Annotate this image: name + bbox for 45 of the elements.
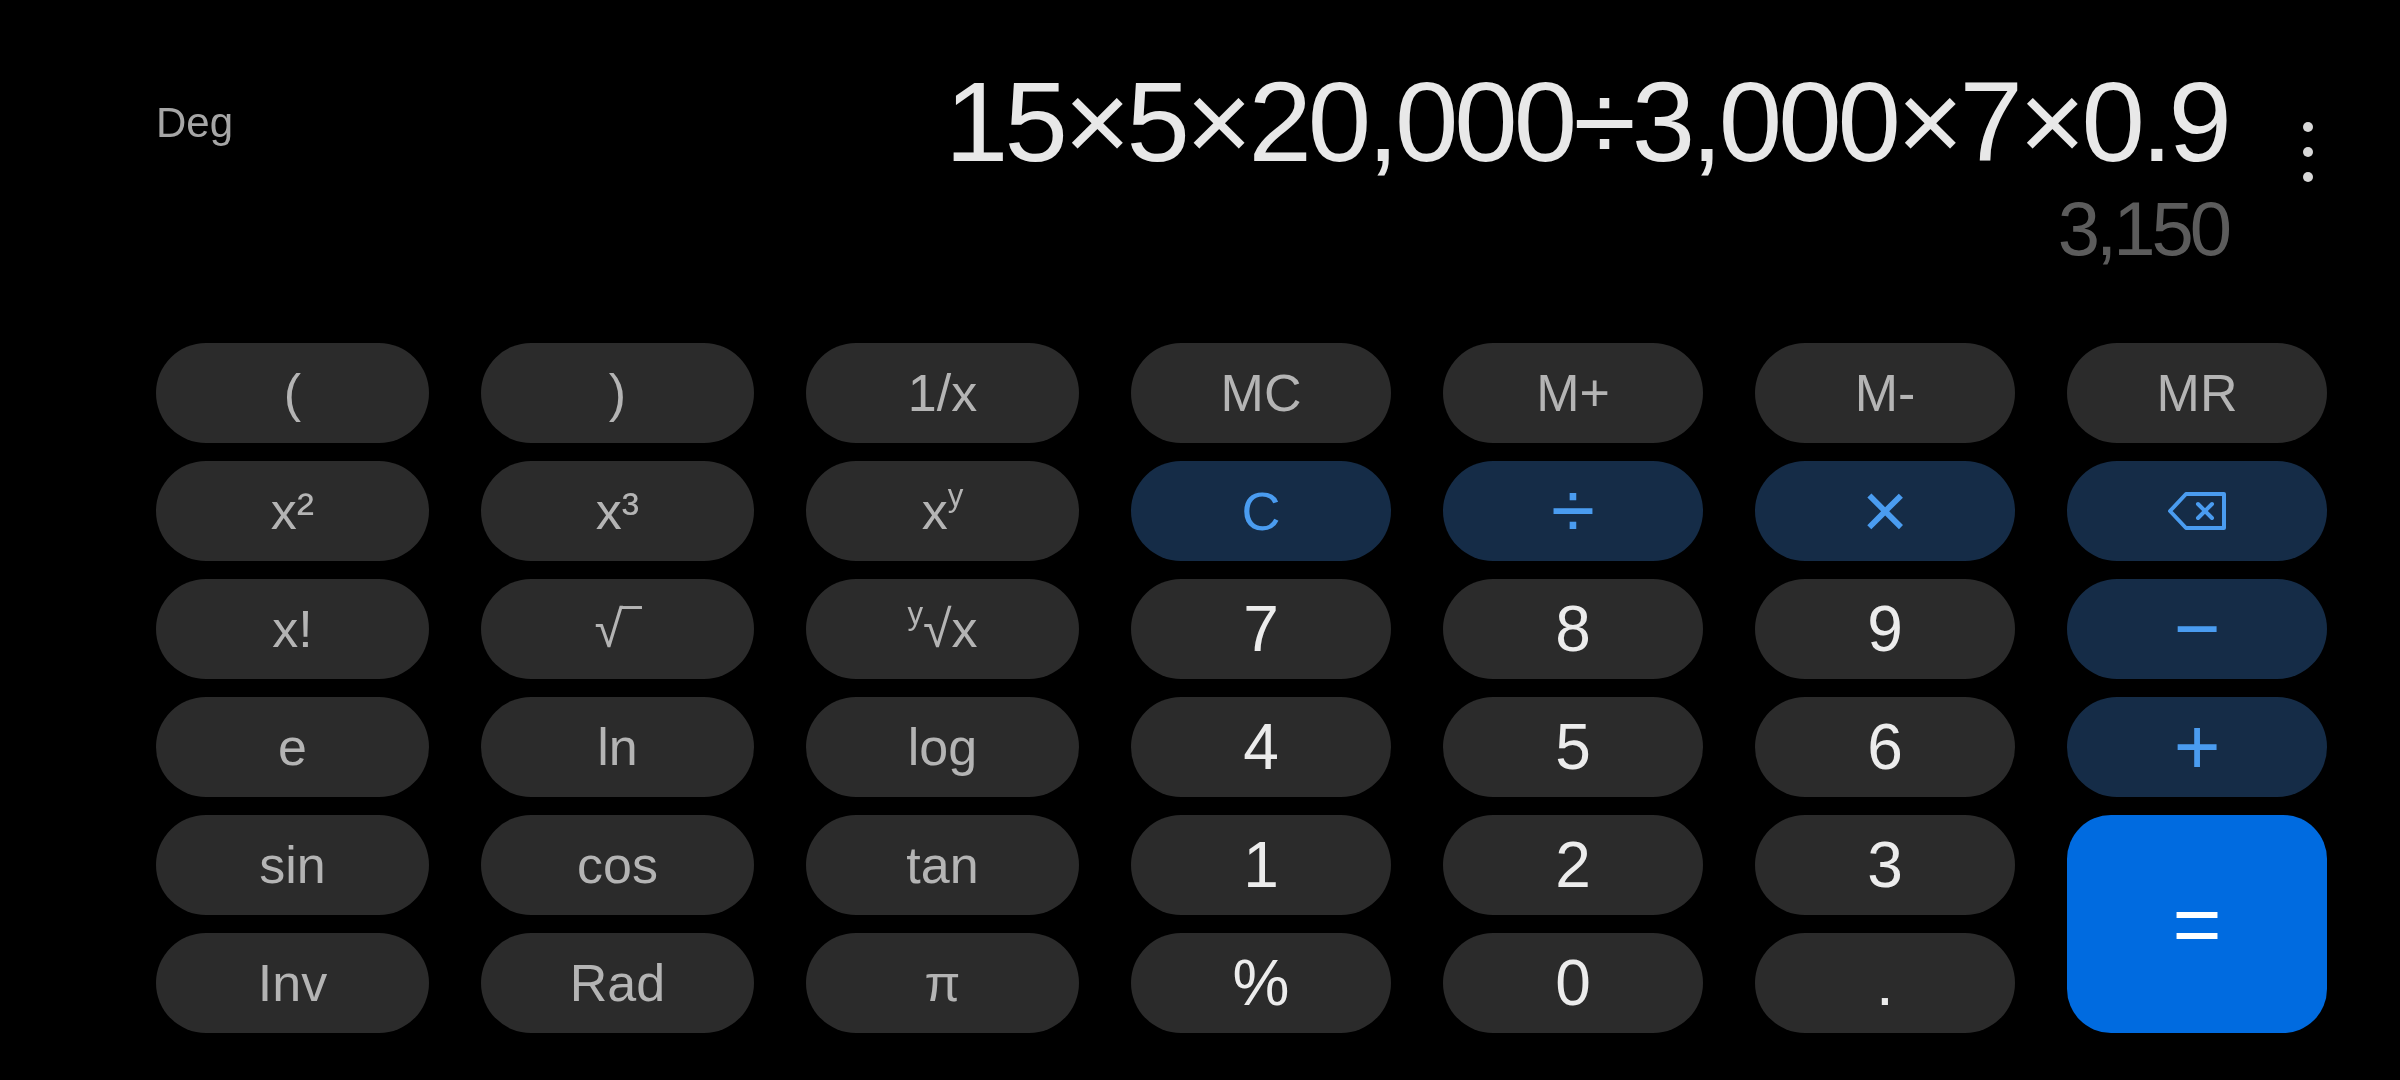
keypad-key[interactable]: 2 [1443, 815, 1703, 915]
keypad-key[interactable]: 8 [1443, 579, 1703, 679]
function-key[interactable]: x! [156, 579, 429, 679]
function-key[interactable]: M- [1755, 343, 2015, 443]
function-key[interactable]: M+ [1443, 343, 1703, 443]
operator-key[interactable]: − [2067, 579, 2327, 679]
operator-key[interactable]: ÷ [1443, 461, 1703, 561]
function-key[interactable]: ) [481, 343, 754, 443]
function-key[interactable]: MR [2067, 343, 2327, 443]
keypad-key[interactable]: 4 [1131, 697, 1391, 797]
function-key[interactable]: log [806, 697, 1079, 797]
function-key[interactable]: x$^{y}$ [806, 461, 1079, 561]
function-key[interactable]: ln [481, 697, 754, 797]
keypad-key[interactable]: % [1131, 933, 1391, 1033]
function-key[interactable]: e [156, 697, 429, 797]
keypad-key[interactable]: 0 [1443, 933, 1703, 1033]
keypad-key[interactable]: 7 [1131, 579, 1391, 679]
operator-key[interactable]: × [1755, 461, 2015, 561]
keypad-key[interactable]: 6 [1755, 697, 2015, 797]
result-preview: 3,150 [2057, 191, 2228, 267]
expression-text: 15×5×20,000÷3,000×7×0.9 [945, 65, 2228, 179]
equals-key[interactable]: = [2067, 815, 2327, 1033]
function-key[interactable]: π [806, 933, 1079, 1033]
keypad-key[interactable]: 1 [1131, 815, 1391, 915]
angle-mode-label: Deg [156, 102, 234, 144]
function-key[interactable]: Rad [481, 933, 754, 1033]
function-key[interactable]: ( [156, 343, 429, 443]
keypad-key[interactable]: 3 [1755, 815, 2015, 915]
more-options-icon[interactable] [2303, 122, 2313, 182]
function-key[interactable]: Inv [156, 933, 429, 1033]
keypad-key[interactable]: 9 [1755, 579, 2015, 679]
operator-key[interactable]: + [2067, 697, 2327, 797]
function-key[interactable]: sin [156, 815, 429, 915]
clear-key[interactable]: C [1131, 461, 1391, 561]
function-key[interactable]: $^{y}$√x [806, 579, 1079, 679]
function-key[interactable]: tan [806, 815, 1079, 915]
function-key[interactable]: x² [156, 461, 429, 561]
function-key[interactable]: 1/x [806, 343, 1079, 443]
function-key[interactable]: √‾ [481, 579, 754, 679]
backspace-icon [2167, 491, 2227, 531]
function-key[interactable]: MC [1131, 343, 1391, 443]
function-key[interactable]: x³ [481, 461, 754, 561]
keypad-key[interactable]: 5 [1443, 697, 1703, 797]
function-key[interactable]: cos [481, 815, 754, 915]
keypad-key[interactable]: . [1755, 933, 2015, 1033]
